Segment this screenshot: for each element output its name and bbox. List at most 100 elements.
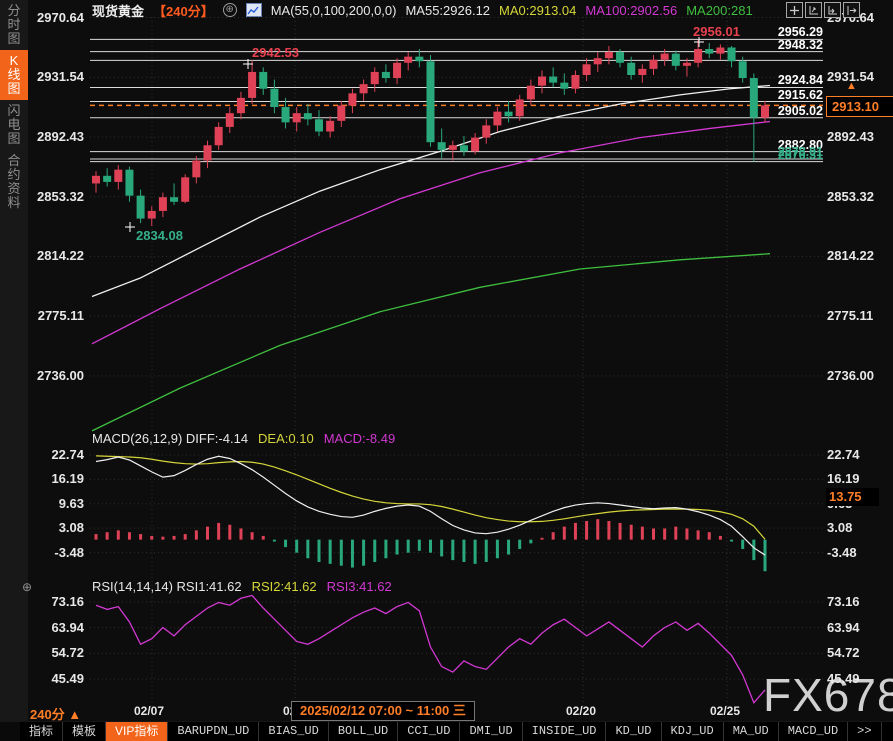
candle-body (527, 86, 535, 100)
candle-body (616, 52, 624, 63)
macd-axis-tick-left: 22.74 (30, 447, 84, 462)
indicator-settings-icon[interactable]: ⊕ (22, 580, 32, 594)
toolbar-tab-8[interactable]: INSIDE_UD (523, 722, 607, 741)
candle-body (650, 60, 658, 69)
price-annotation: 2942.53 (252, 45, 299, 60)
macd-bar (384, 540, 387, 559)
rsi1-value: RSI(14,14,14) RSI1:41.62 (92, 579, 242, 594)
ma-settings: MA(55,0,100,200,0,0) (271, 3, 397, 18)
toolbar-tab-7[interactable]: DMI_UD (460, 722, 522, 741)
macd-bar (228, 525, 231, 540)
toolbar-tab-4[interactable]: BIAS_UD (259, 722, 328, 741)
rsi-axis-tick-right: 54.72 (827, 645, 889, 660)
chart-type-icon[interactable] (246, 3, 262, 17)
ma100-value: MA100:2902.56 (585, 3, 677, 18)
macd-bar (752, 540, 755, 560)
ma200-value: MA200:281 (686, 3, 753, 18)
toolbar-tab-10[interactable]: KDJ_UD (662, 722, 724, 741)
candle-body (304, 113, 312, 119)
toolbar-tab-9[interactable]: KD_UD (606, 722, 661, 741)
axis-scale-icon[interactable] (805, 2, 822, 18)
toolbar-tab-13[interactable]: >> (848, 722, 881, 741)
candle-body (137, 196, 145, 219)
toolbar-tab-0[interactable]: 指标 (20, 722, 63, 741)
period-label: 【240分】 (153, 1, 214, 20)
price-axis-tick-left: 2736.00 (30, 368, 84, 383)
candle-body (170, 197, 178, 202)
price-axis-tick-right: 2814.22 (827, 248, 889, 263)
candle-body (181, 177, 189, 201)
macd-diff-value: MACD(26,12,9) DIFF:-4.14 (92, 431, 248, 446)
rsi2-value: RSI2:41.62 (252, 579, 317, 594)
macd-bar (329, 540, 332, 564)
candle-body (739, 61, 747, 78)
macd-bar (485, 540, 488, 562)
rsi-pane (96, 595, 765, 702)
axis-pan-icon[interactable] (824, 2, 841, 18)
candle-body (92, 176, 100, 184)
toolbar-tab-3[interactable]: BARUPDN_UD (168, 722, 259, 741)
price-annotation: 2956.01 (693, 24, 740, 39)
ma0-value: MA0:2913.04 (499, 3, 576, 18)
candle-body (393, 63, 401, 78)
rsi-axis-tick-left: 73.16 (30, 594, 84, 609)
candle-body (404, 57, 412, 63)
chart-tools (786, 2, 860, 18)
macd-value: MACD:-8.49 (324, 431, 396, 446)
symbol-name: 现货黄金 (92, 1, 144, 20)
macd-axis-tick-right: 3.08 (827, 520, 889, 535)
macd-bar (373, 540, 376, 562)
price-line-label: 2948.32 (753, 38, 823, 52)
macd-bar (619, 523, 622, 540)
macd-bar (173, 536, 176, 540)
macd-bar (106, 532, 109, 539)
macd-bar (462, 540, 465, 562)
candle-body (237, 98, 245, 113)
macd-bar (161, 537, 164, 540)
candle-body (226, 113, 234, 127)
macd-bar (663, 528, 666, 539)
candle-body (716, 47, 724, 53)
add-indicator-icon[interactable]: ⊕ (223, 3, 237, 17)
macd-bar (396, 540, 399, 555)
macd-axis-tick-left: -3.48 (30, 545, 84, 560)
macd-bar (407, 540, 410, 553)
macd-bar (284, 540, 287, 547)
candle-body (326, 121, 334, 132)
toolbar-tab-2[interactable]: VIP指标 (106, 722, 168, 741)
macd-bar (262, 536, 265, 540)
candle-body (282, 107, 290, 122)
price-axis-tick-left: 2853.32 (30, 189, 84, 204)
toolbar-tab-1[interactable]: 模板 (63, 722, 106, 741)
candle-body (627, 63, 635, 75)
toolbar-tab-12[interactable]: MACD_UD (779, 722, 848, 741)
ma55-value: MA55:2926.12 (405, 3, 490, 18)
left-sidebar: 分时图K线图闪电图合约资料 (0, 0, 28, 741)
sidebar-item-0[interactable]: 分时图 (0, 0, 28, 50)
macd-bar (552, 532, 555, 539)
macd-bar (239, 528, 242, 539)
sidebar-item-2[interactable]: 闪电图 (0, 100, 28, 150)
ma200-line (92, 254, 770, 431)
sidebar-item-3[interactable]: 合约资料 (0, 150, 28, 214)
toolbar-tab-6[interactable]: CCI_UD (398, 722, 460, 741)
macd-bar (596, 519, 599, 539)
macd-bar (630, 525, 633, 540)
macd-bar (440, 540, 443, 557)
macd-bar (585, 521, 588, 540)
macd-bar (206, 527, 209, 540)
macd-bar (708, 532, 711, 539)
candles (92, 40, 769, 226)
price-axis-tick-right: 2853.32 (827, 189, 889, 204)
crosshair-move-icon[interactable] (786, 2, 803, 18)
macd-bar (251, 532, 254, 539)
toolbar-tab-11[interactable]: MA_UD (724, 722, 779, 741)
toolbar-tab-5[interactable]: BOLL_UD (329, 722, 398, 741)
sidebar-item-1[interactable]: K线图 (0, 50, 28, 100)
macd-axis-tick-left: 3.08 (30, 520, 84, 535)
candle-body (159, 197, 167, 211)
candle-body (661, 54, 669, 60)
macd-dea-value: DEA:0.10 (258, 431, 314, 446)
expand-right-icon[interactable] (843, 2, 860, 18)
candle-body (293, 113, 301, 122)
